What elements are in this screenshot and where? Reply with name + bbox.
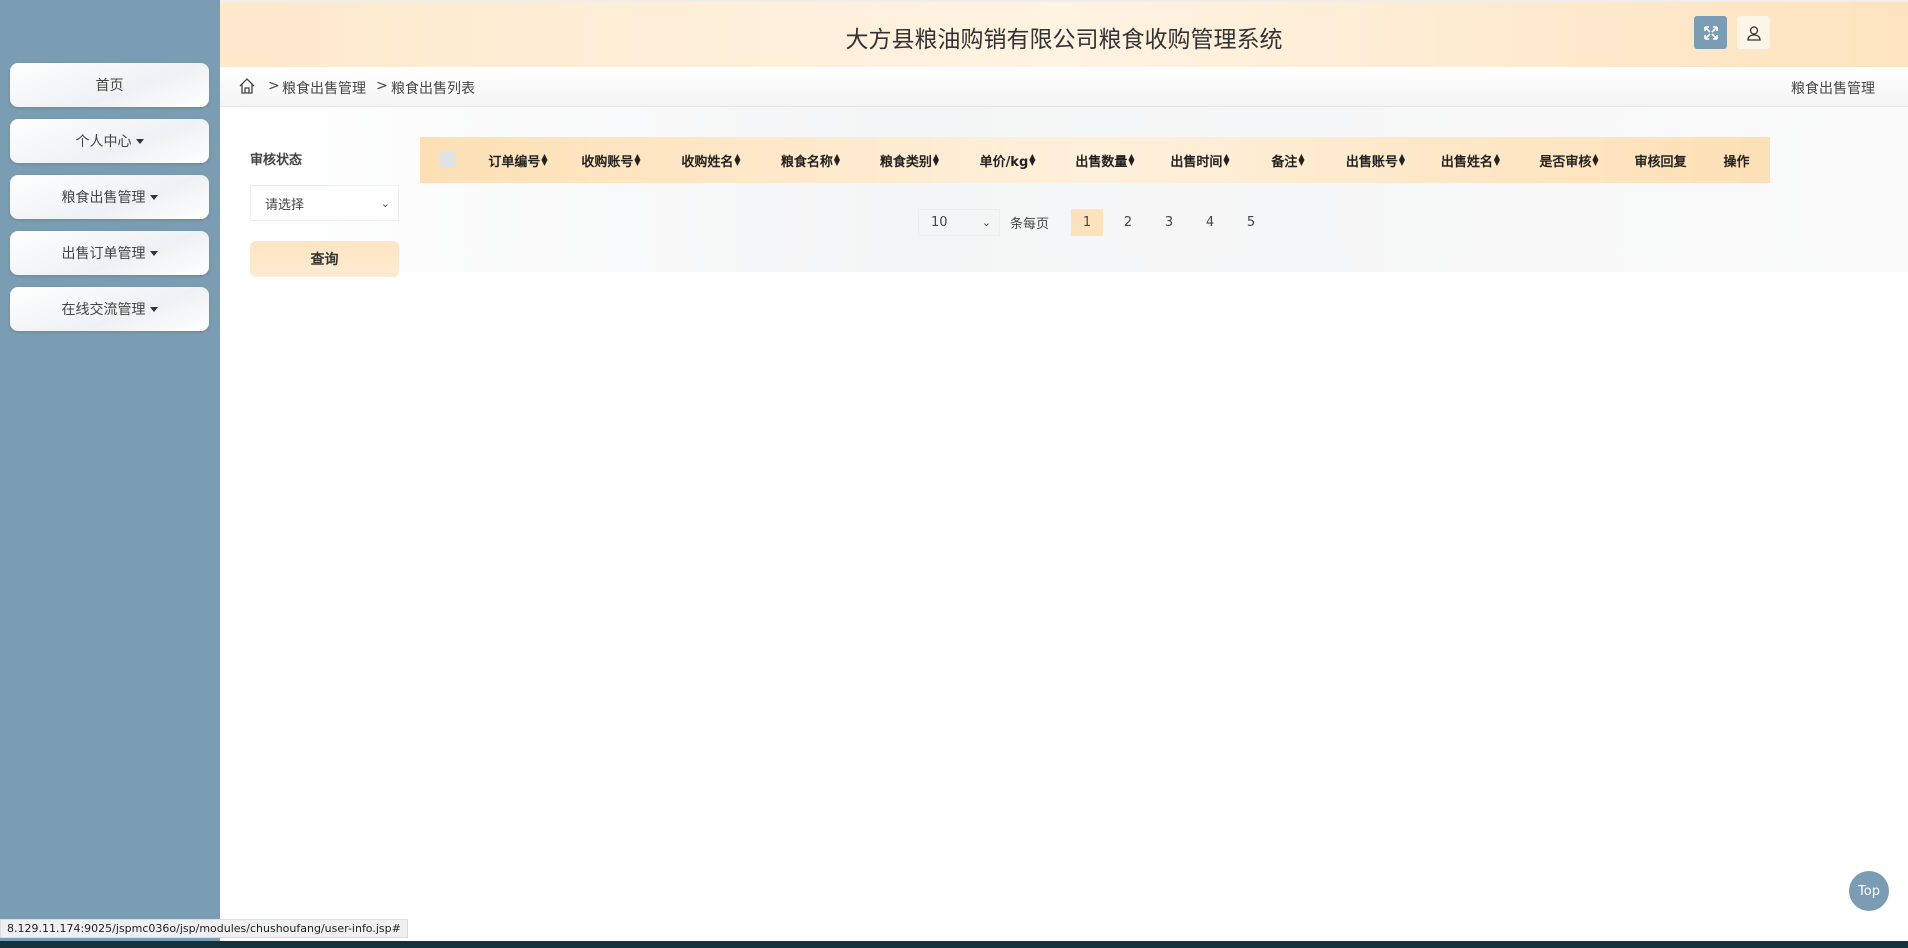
query-button[interactable]: 查询 [250, 241, 399, 277]
sidebar-item[interactable]: 粮食出售管理 [10, 175, 209, 219]
column-label: 单价/kg [979, 154, 1029, 170]
caret-down-icon [149, 194, 158, 200]
column-label: 订单编号 [488, 154, 541, 170]
app-title: 大方县粮油购销有限公司粮食收购管理系统 [845, 27, 1283, 53]
table-header: 订单编号 ▲ ▼ 收购账号 ▲ ▼ 收购姓名 ▲ ▼ 粮食名称 ▲ ▼ 粮食类别 ▲ ▼ 单价/kg ▲ ▼ 出售数… [420, 137, 1770, 183]
sort-icon[interactable]: ▲ ▼ [1592, 153, 1598, 167]
sort-icon[interactable]: ▲ ▼ [1128, 153, 1134, 167]
sort-icon[interactable]: ▲ ▼ [933, 153, 939, 167]
sidebar-item-label: 出售订单管理 [61, 246, 146, 262]
column-header[interactable]: 出售时间 ▲ ▼ [1154, 137, 1246, 183]
column-label: 出售数量 [1075, 154, 1128, 170]
chevron-down-icon: ⌄ [380, 196, 390, 210]
column-label: 粮食类别 [879, 154, 932, 170]
column-header: 操作 [1703, 137, 1770, 183]
select-value: 请选择 [265, 197, 305, 213]
sort-icon[interactable]: ▲ ▼ [1399, 153, 1405, 167]
user-button[interactable] [1737, 16, 1770, 49]
column-header[interactable]: 出售账号 ▲ ▼ [1330, 137, 1421, 183]
page-size-value: 10 [931, 215, 948, 230]
sort-icon[interactable]: ▲ ▼ [1298, 153, 1304, 167]
column-header[interactable]: 出售数量 ▲ ▼ [1056, 137, 1154, 183]
column-label: 收购账号 [581, 154, 634, 170]
sidebar-item[interactable]: 个人中心 [10, 119, 209, 163]
expand-icon [1703, 25, 1718, 40]
sidebar-item[interactable]: 首页 [10, 63, 209, 107]
filter-label: 审核状态 [250, 153, 303, 168]
column-header: 审核回复 [1618, 137, 1703, 183]
sidebar-item-label: 首页 [95, 78, 124, 94]
page-link[interactable]: 1 [1071, 209, 1103, 236]
page-size-select[interactable]: 10 ⌄ [918, 209, 1000, 236]
column-header[interactable]: 是否审核 ▲ ▼ [1520, 137, 1618, 183]
caret-down-icon [149, 306, 158, 312]
column-label: 是否审核 [1539, 154, 1592, 170]
column-header[interactable]: 单价/kg ▲ ▼ [959, 137, 1056, 183]
sort-icon[interactable]: ▲ ▼ [1494, 153, 1500, 167]
sidebar: 首页个人中心粮食出售管理 出售订单管理 在线交流管理 [0, 0, 220, 948]
select-all-checkbox[interactable] [439, 152, 456, 168]
select-all-checkbox-cell[interactable] [420, 137, 475, 183]
column-label: 出售账号 [1345, 154, 1398, 170]
sort-icon[interactable]: ▲ ▼ [734, 153, 740, 167]
column-label: 出售姓名 [1440, 154, 1493, 170]
audit-status-select[interactable]: 请选择 ⌄ [250, 185, 399, 221]
page-link[interactable]: 3 [1153, 209, 1185, 236]
column-header[interactable]: 粮食名称 ▲ ▼ [761, 137, 860, 183]
breadcrumb: > 粮食出售管理 > 粮食出售列表 粮食出售管理 [220, 67, 1908, 107]
breadcrumb-sep: > [268, 78, 280, 94]
back-to-top-button[interactable]: Top [1849, 871, 1889, 911]
sidebar-item-label: 粮食出售管理 [61, 190, 146, 206]
column-header[interactable]: 订单编号 ▲ ▼ [475, 137, 561, 183]
column-header[interactable]: 备注 ▲ ▼ [1246, 137, 1330, 183]
page-link[interactable]: 2 [1112, 209, 1144, 236]
sort-icon[interactable]: ▲ ▼ [1029, 153, 1035, 167]
sort-icon[interactable]: ▲ ▼ [834, 153, 840, 167]
column-label: 审核回复 [1634, 154, 1687, 170]
header: 大方县粮油购销有限公司粮食收购管理系统 [220, 0, 1908, 67]
user-icon [1746, 25, 1761, 41]
column-header[interactable]: 收购姓名 ▲ ▼ [661, 137, 761, 183]
breadcrumb-sep: > [376, 78, 388, 94]
sidebar-item-label: 个人中心 [75, 134, 132, 150]
fullscreen-button[interactable] [1694, 16, 1727, 49]
status-url: 8.129.11.174:9025/jspmc036o/jsp/modules/… [0, 919, 408, 938]
caret-down-icon [149, 250, 158, 256]
sidebar-item[interactable]: 在线交流管理 [10, 287, 209, 331]
column-header[interactable]: 粮食类别 ▲ ▼ [860, 137, 959, 183]
sidebar-item-label: 在线交流管理 [61, 302, 146, 318]
taskbar [0, 941, 1908, 948]
column-header[interactable]: 收购账号 ▲ ▼ [561, 137, 661, 183]
page-link[interactable]: 5 [1235, 209, 1267, 236]
sort-icon[interactable]: ▲ ▼ [634, 153, 640, 167]
column-label: 粮食名称 [780, 154, 833, 170]
column-label: 出售时间 [1170, 154, 1223, 170]
page-link[interactable]: 4 [1194, 209, 1226, 236]
caret-down-icon [135, 138, 144, 144]
breadcrumb-item: 粮食出售列表 [391, 81, 475, 97]
column-label: 收购姓名 [681, 154, 734, 170]
content-panel [220, 107, 1908, 272]
column-label: 备注 [1271, 154, 1298, 170]
column-label: 操作 [1723, 154, 1750, 170]
breadcrumb-item[interactable]: 粮食出售管理 [282, 78, 366, 98]
per-page-label: 条每页 [1010, 217, 1050, 232]
chevron-down-icon: ⌄ [981, 216, 991, 229]
sort-icon[interactable]: ▲ ▼ [1223, 153, 1229, 167]
sort-icon[interactable]: ▲ ▼ [541, 153, 547, 167]
home-icon[interactable] [238, 77, 256, 95]
breadcrumb-current: 粮食出售管理 [1791, 81, 1875, 97]
sidebar-item[interactable]: 出售订单管理 [10, 231, 209, 275]
column-header[interactable]: 出售姓名 ▲ ▼ [1421, 137, 1520, 183]
